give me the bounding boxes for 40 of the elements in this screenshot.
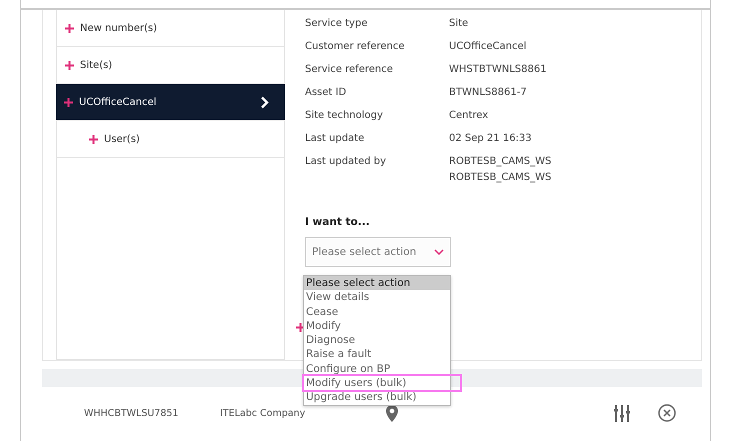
- company-text: ITELabc Company: [220, 408, 306, 418]
- dropdown-option[interactable]: Modify users (bulk): [304, 376, 460, 390]
- sliders-icon[interactable]: [614, 404, 630, 422]
- dropdown-option[interactable]: Modify: [304, 318, 450, 334]
- action-select[interactable]: Please select action: [305, 237, 451, 267]
- sidebar-item[interactable]: User(s): [57, 121, 284, 158]
- detail-value: ROBTESB_CAMS_WS ROBTESB_CAMS_WS: [449, 155, 552, 185]
- detail-label: Service reference: [305, 63, 394, 77]
- detail-value: BTWNLS8861-7: [449, 86, 528, 100]
- chevron-right-icon: [260, 96, 269, 108]
- caret-down-icon: [434, 249, 444, 255]
- dropdown-option[interactable]: Configure on BP: [304, 362, 450, 376]
- reference-text: WHHCBTWLSU7851: [84, 408, 180, 418]
- detail-label: Customer reference: [305, 40, 406, 54]
- detail-label: Asset ID: [305, 86, 348, 100]
- plus-icon: [64, 98, 73, 106]
- detail-label: Service type: [305, 17, 368, 31]
- dropdown-option[interactable]: View details: [304, 290, 450, 305]
- close-icon[interactable]: [658, 404, 676, 422]
- detail-value: Site: [449, 17, 470, 31]
- plus-icon: [65, 24, 74, 32]
- dropdown-option[interactable]: Upgrade users (bulk): [304, 390, 450, 405]
- plus-icon: [296, 323, 305, 332]
- detail-label: Last updated by: [305, 155, 388, 169]
- section-heading: I want to...: [305, 216, 371, 228]
- detail-value: UCOfficeCancel: [449, 40, 528, 54]
- dropdown-option[interactable]: Please select action: [304, 276, 450, 290]
- detail-value: Centrex: [449, 109, 490, 123]
- dropdown-option[interactable]: Diagnose: [304, 333, 450, 348]
- sidebar-item[interactable]: UCOfficeCancel: [56, 84, 285, 121]
- detail-value: 02 Sep 21 16:33: [449, 132, 533, 146]
- detail-label: Site technology: [305, 109, 384, 123]
- location-pin-icon[interactable]: [386, 404, 398, 422]
- detail-label: Last update: [305, 132, 366, 146]
- plus-icon: [65, 60, 74, 70]
- dropdown-option[interactable]: Cease: [304, 304, 450, 319]
- plus-icon: [89, 134, 98, 144]
- detail-value: WHSTBTWNLS8861: [449, 63, 548, 77]
- dropdown-option[interactable]: Raise a fault: [304, 347, 450, 362]
- sidebar-item[interactable]: New number(s): [57, 10, 284, 47]
